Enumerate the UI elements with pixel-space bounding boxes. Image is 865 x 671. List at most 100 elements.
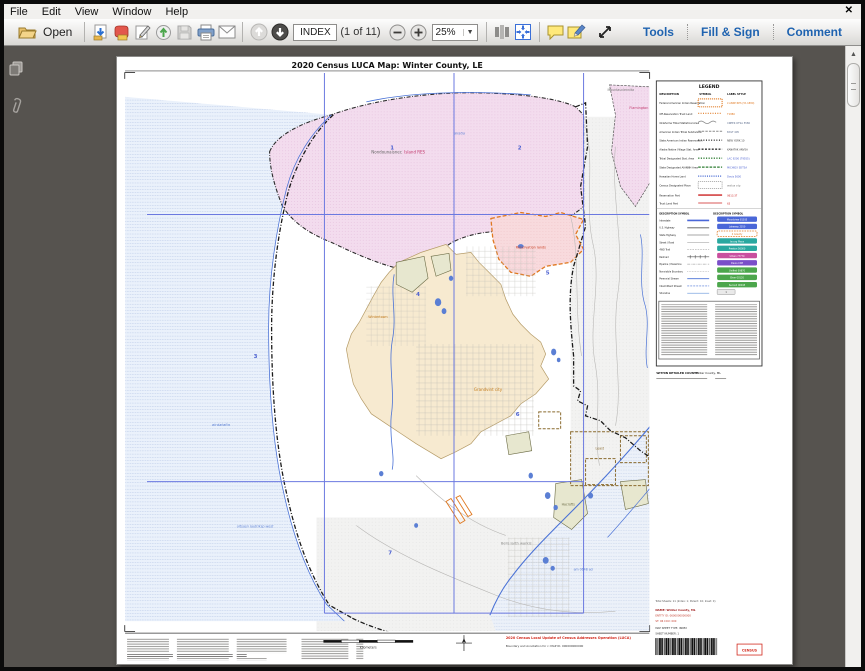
svg-text:Pipeline / Powerline: Pipeline / Powerline [659, 263, 682, 266]
svg-text:Hacrofts: Hacrofts [562, 503, 576, 507]
svg-text:American Indian Tribal Subdivi: American Indian Tribal Subdivision [659, 130, 702, 134]
tools-pane-button[interactable]: Tools [630, 25, 687, 39]
print-icon[interactable] [195, 22, 216, 43]
luca-map-svg: 2020 Census LUCA Map: Winter County, LE [117, 57, 792, 664]
svg-text:Davis 5600: Davis 5600 [727, 175, 741, 179]
svg-text:Nondounaisnec: Nondounaisnec [371, 150, 402, 155]
svg-text:Intermittent Stream: Intermittent Stream [659, 285, 682, 288]
navigation-sidebar [4, 46, 28, 667]
toolbar-separator [539, 22, 540, 42]
svg-text:Hawaiian Home Land: Hawaiian Home Land [659, 175, 686, 179]
svg-text:State Highway: State Highway [659, 234, 676, 237]
next-page-icon[interactable] [269, 22, 290, 43]
svg-text:Second 00045: Second 00045 [729, 284, 746, 287]
sign-pen-icon[interactable] [132, 22, 153, 43]
sticky-note-icon[interactable] [545, 22, 566, 43]
menu-bar: File Edit View Window Help ✕ [4, 4, 861, 19]
menu-edit[interactable]: Edit [42, 6, 61, 18]
svg-text:DESCRIPTION SYMBOL: DESCRIPTION SYMBOL [713, 212, 743, 215]
email-icon[interactable] [216, 22, 237, 43]
fit-page-icon[interactable] [513, 22, 534, 43]
svg-text:CREEK OTSA 5580: CREEK OTSA 5580 [727, 121, 750, 125]
svg-text:3: 3 [254, 354, 258, 360]
vertical-scrollbar[interactable]: ▲ [845, 46, 861, 667]
save-disk-icon[interactable] [174, 22, 195, 43]
attachments-paperclip-icon[interactable] [4, 94, 28, 118]
svg-text:L'ANSE RES (TA 1880): L'ANSE RES (TA 1880) [727, 101, 754, 105]
svg-text:Mountview 81035: Mountview 81035 [727, 218, 748, 221]
svg-text:CENSUS: CENSUS [742, 649, 758, 653]
page-thumbnails-icon[interactable] [4, 56, 28, 80]
svg-text:LABEL STYLE: LABEL STYLE [727, 92, 746, 96]
svg-text:0613.37: 0613.37 [727, 194, 738, 198]
map-id-line: Boundary and Annotation for c: MAP ID. 0… [506, 644, 584, 648]
svg-text:7: 7 [388, 550, 392, 556]
svg-text:63: 63 [727, 202, 731, 206]
svg-text:Bells larth warkls: Bells larth warkls [501, 541, 532, 545]
scroll-mode-icon[interactable] [492, 22, 513, 43]
fill-sign-pane-button[interactable]: Fill & Sign [688, 25, 773, 39]
page-count-label: (1 of 11) [340, 26, 380, 38]
map-footer: kilometers 2020 Census Local Update of C… [127, 635, 631, 660]
map-title: 2020 Census LUCA Map: Winter County, LE [292, 61, 483, 70]
svg-text:Alaska Native Village Stat. Ar: Alaska Native Village Stat. Area [659, 148, 699, 152]
map-info-block: Total Sheets: 11 (Index: 1; Parent: 10; … [655, 599, 762, 655]
menu-help[interactable]: Help [165, 6, 188, 18]
svg-text:Shoreline: Shoreline [659, 292, 670, 295]
luca-title: 2020 Census Local Update of Census Addre… [506, 636, 632, 640]
svg-text:Total Sheets: 11 (Index: 1; Pa: Total Sheets: 11 (Index: 1; Parent: 10; … [655, 599, 715, 603]
open-folder-icon [17, 22, 38, 43]
svg-text:Davis CDP: Davis CDP [731, 262, 743, 265]
chevron-down-icon: ▼ [463, 29, 474, 36]
svg-text:am 0648 ad: am 0648 ad [574, 567, 593, 571]
svg-text:2: 2 [518, 146, 522, 152]
svg-text:1: 1 [390, 146, 394, 152]
scrollbar-thumb[interactable] [847, 63, 860, 107]
svg-text:wailua cdp: wailua cdp [727, 184, 741, 188]
marquee-zoom-icon[interactable] [595, 22, 616, 43]
svg-text:Urban 77770: Urban 77770 [730, 255, 745, 258]
svg-text:EAST 405: EAST 405 [727, 130, 739, 134]
zoom-level-select[interactable]: 25% ▼ [432, 24, 478, 41]
comment-pane-button[interactable]: Comment [774, 25, 855, 39]
map-body: Nondounaisnec Island RES airatia airdata… [125, 73, 652, 647]
svg-text:4WD Trail: 4WD Trail [659, 249, 670, 252]
svg-text:airdatafia: airdatafia [212, 422, 231, 427]
svg-text:Lakeway 2350: Lakeway 2350 [729, 226, 746, 229]
svg-text:Reservation lands: Reservation lands [516, 245, 546, 249]
svg-text:Grandvint city: Grandvint city [474, 387, 503, 392]
svg-text:Railroad: Railroad [659, 256, 669, 259]
svg-text:5: 5 [546, 270, 550, 276]
svg-text:Oklahoma Tribal Statistical Ar: Oklahoma Tribal Statistical Area [659, 121, 699, 125]
zoom-out-icon[interactable] [387, 22, 408, 43]
open-button[interactable]: Open [10, 21, 79, 43]
census-logo: CENSUS [737, 644, 762, 655]
highlight-text-icon[interactable] [566, 22, 587, 43]
share-icon[interactable] [111, 22, 132, 43]
menu-view[interactable]: View [75, 6, 99, 18]
cloud-upload-icon[interactable] [153, 22, 174, 43]
menu-window[interactable]: Window [112, 6, 151, 18]
save-download-icon[interactable] [90, 22, 111, 43]
svg-text:Interstate: Interstate [659, 219, 671, 222]
zoom-level-value: 25% [436, 27, 456, 38]
svg-text:ST: 06 COU: 000: ST: 06 COU: 000 [655, 619, 676, 623]
footnote-value: Winter County, ML [695, 371, 721, 375]
svg-text:Preston 56000: Preston 56000 [729, 248, 746, 251]
svg-text:T1880: T1880 [727, 112, 735, 116]
task-panes: Tools Fill & Sign Comment [630, 19, 855, 45]
scroll-up-icon[interactable]: ▲ [847, 47, 860, 61]
svg-text:Wintertown: Wintertown [368, 315, 387, 319]
close-icon[interactable]: ✕ [845, 5, 853, 16]
svg-text:Mountauciennita: Mountauciennita [607, 88, 634, 92]
menu-file[interactable]: File [10, 6, 28, 18]
svg-text:DESCRIPTION SYMBOL: DESCRIPTION SYMBOL [659, 212, 689, 215]
toolbar-separator [84, 22, 85, 42]
svg-text:Nonvisible Boundary: Nonvisible Boundary [659, 270, 683, 273]
zoom-in-icon[interactable] [408, 22, 429, 43]
svg-text:MICHIGX SDTSA: MICHIGX SDTSA [727, 166, 747, 170]
svg-text:SHEET NUMBER: 1: SHEET NUMBER: 1 [655, 632, 679, 636]
footnote-heading: WITHIN DETAILED COUNTY: [656, 371, 699, 375]
previous-page-icon[interactable] [248, 22, 269, 43]
page-number-input[interactable]: INDEX [293, 24, 337, 41]
